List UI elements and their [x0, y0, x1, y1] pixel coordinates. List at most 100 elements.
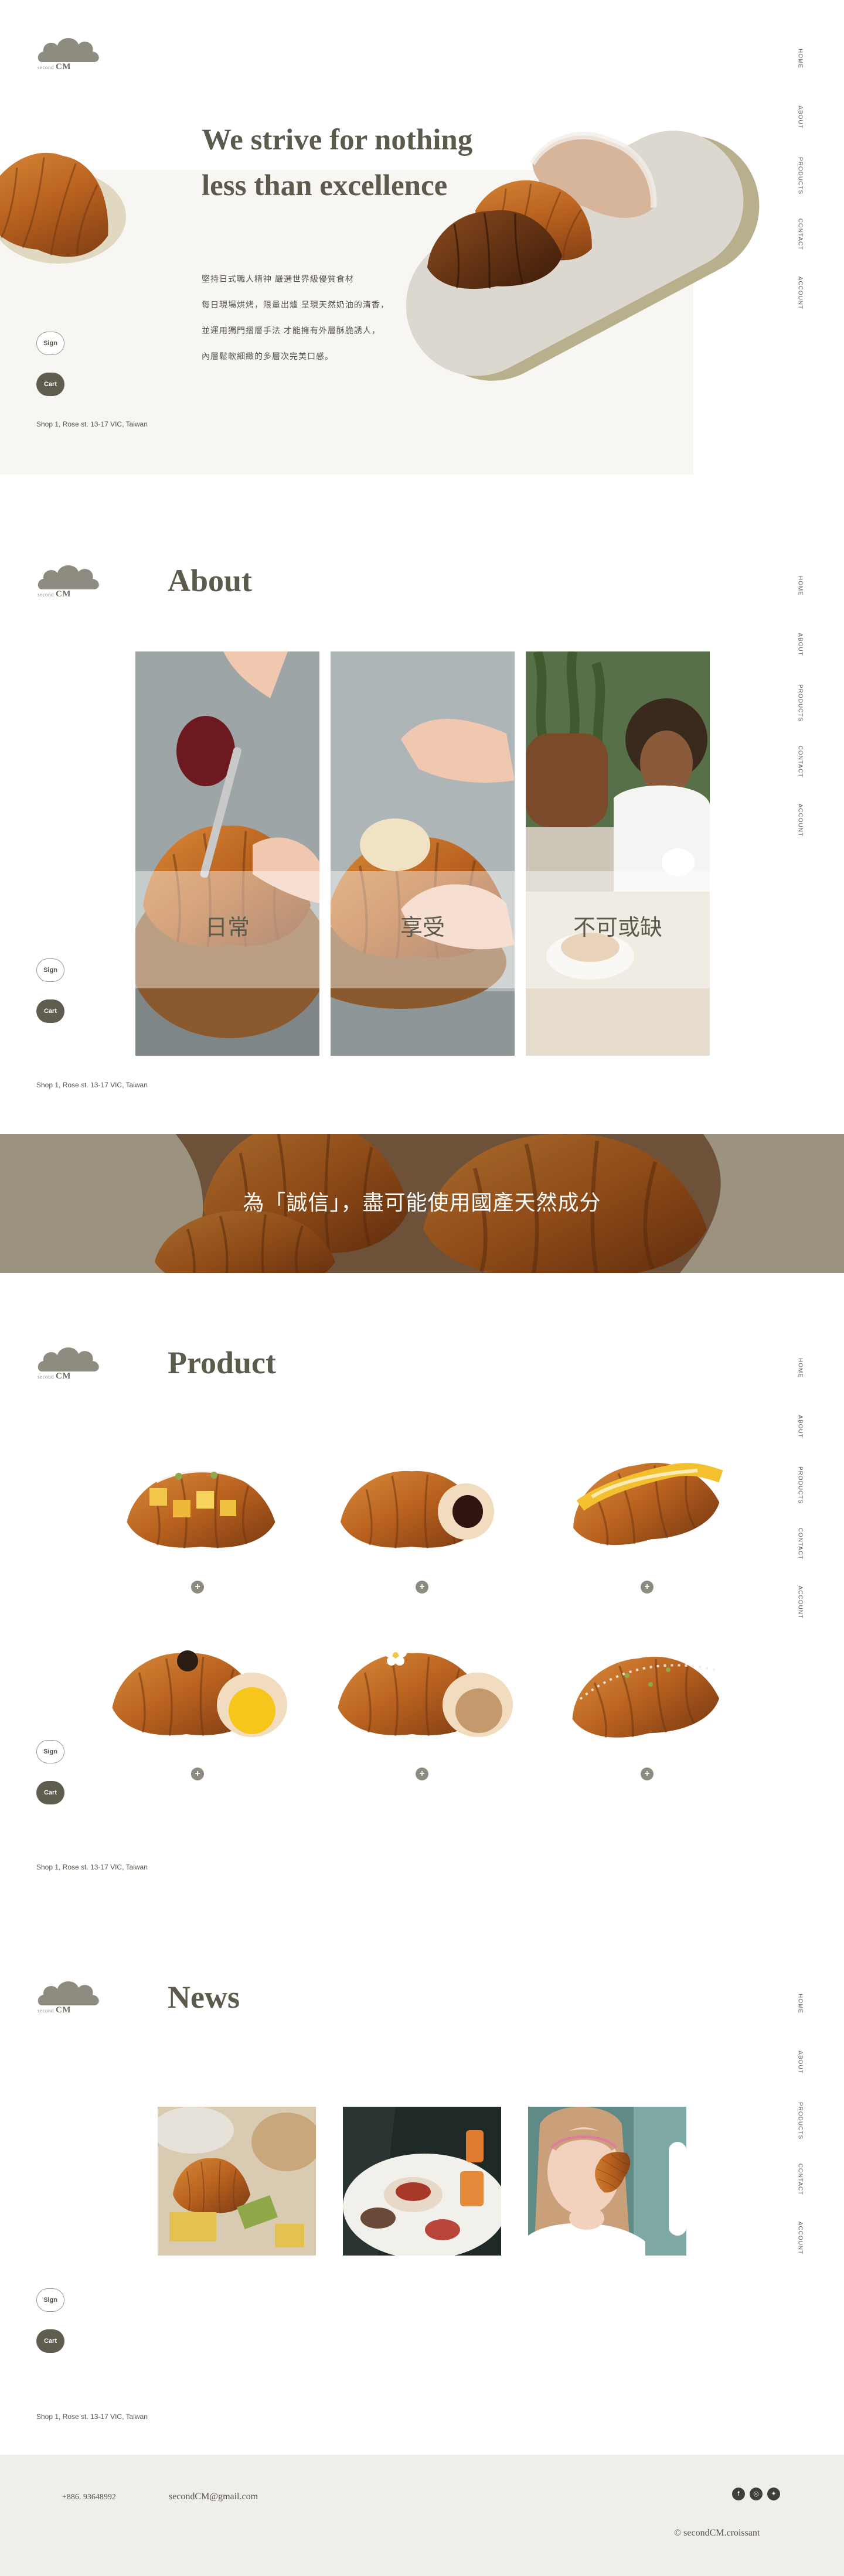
nav-home[interactable]: HOME [791, 1980, 809, 2027]
nav-products-label[interactable]: PRODUCTS [797, 2102, 804, 2140]
add-to-cart-button[interactable]: + [191, 1581, 204, 1594]
sign-button[interactable]: Sign [36, 1740, 64, 1763]
nav-account-label[interactable]: ACCOUNT [797, 804, 804, 837]
nav-products-label[interactable]: PRODUCTS [797, 157, 804, 195]
nav-products[interactable]: PRODUCTS [791, 2097, 809, 2144]
cloud-logo-icon [38, 37, 99, 62]
nav-about-label[interactable]: ABOUT [797, 2050, 804, 2073]
brand-logo[interactable]: second CM [36, 34, 107, 71]
about-title: About [168, 563, 253, 598]
news-card-3[interactable] [528, 2107, 686, 2256]
cart-button[interactable]: Cart [36, 373, 64, 396]
nav-contact[interactable]: CONTACT [791, 1520, 809, 1567]
about-card-label-enjoy: 享受 [400, 915, 445, 940]
footer-phone[interactable]: +886. 93648992 [62, 2493, 116, 2502]
nav-about[interactable]: ABOUT [791, 2039, 809, 2086]
twitter-icon[interactable]: ✦ [767, 2488, 780, 2500]
product-image-custard-croissant[interactable] [106, 1629, 299, 1758]
logo-big-text: CM [56, 589, 71, 599]
news-photo-table-setting [343, 2107, 501, 2256]
nav-account-label[interactable]: ACCOUNT [797, 277, 804, 309]
brand-logo-products[interactable]: second CM [36, 1343, 107, 1381]
product-image-chocolate-croissant[interactable] [334, 1447, 510, 1564]
cart-button[interactable]: Cart [36, 999, 64, 1023]
nav-about-label[interactable]: ABOUT [797, 1415, 804, 1438]
product-image-fruit-croissant[interactable] [114, 1447, 290, 1564]
nav-products-label[interactable]: PRODUCTS [797, 1466, 804, 1504]
about-card-enjoy[interactable]: 享受 [331, 651, 515, 1056]
add-to-cart-button[interactable]: + [416, 1581, 428, 1594]
sign-button[interactable]: Sign [36, 2288, 64, 2312]
sign-button[interactable]: Sign [36, 332, 64, 355]
nav-home-label[interactable]: HOME [797, 576, 804, 596]
logo-big-text: CM [56, 1371, 71, 1381]
logo-small-text: second [38, 592, 54, 598]
product-image-caramel-croissant[interactable] [331, 1629, 525, 1758]
cart-button[interactable]: Cart [36, 2329, 64, 2353]
nav-products[interactable]: PRODUCTS [791, 1462, 809, 1509]
add-to-cart-button[interactable]: + [191, 1768, 204, 1780]
instagram-icon[interactable]: ◎ [750, 2488, 763, 2500]
news-title: News [168, 1980, 240, 2015]
nav-home-label[interactable]: HOME [797, 49, 804, 69]
shop-address: Shop 1, Rose st. 13-17 VIC, Taiwan [36, 420, 148, 428]
nav-home[interactable]: HOME [791, 35, 809, 82]
nav-products-label[interactable]: PRODUCTS [797, 684, 804, 722]
nav-about-label[interactable]: ABOUT [797, 633, 804, 656]
hero-text-line-1: 堅持日式職人精神 嚴選世界級優質食材 [202, 274, 354, 284]
logo-small-text: second [38, 1374, 54, 1380]
shop-address: Shop 1, Rose st. 13-17 VIC, Taiwan [36, 1863, 148, 1871]
product-image-pistachio-croissant[interactable] [557, 1629, 744, 1758]
hero-text-line-4: 內層鬆軟細緻的多層次完美口感。 [202, 352, 333, 361]
hero-croissant-left-image [0, 135, 135, 275]
nav-home[interactable]: HOME [791, 1345, 809, 1391]
nav-home-label[interactable]: HOME [797, 1994, 804, 2014]
logo-big-text: CM [56, 62, 71, 71]
add-to-cart-button[interactable]: + [641, 1581, 654, 1594]
brand-logo-about[interactable]: second CM [36, 561, 107, 599]
about-card-essential[interactable]: 不可或缺 [526, 651, 710, 1056]
nav-contact-label[interactable]: CONTACT [797, 219, 804, 251]
nav-contact[interactable]: CONTACT [791, 738, 809, 785]
nav-about[interactable]: ABOUT [791, 621, 809, 668]
nav-about[interactable]: ABOUT [791, 94, 809, 141]
hero-text-line-3: 並運用獨門摺層手法 才能擁有外層酥脆誘人， [202, 326, 380, 335]
add-to-cart-button[interactable]: + [416, 1768, 428, 1780]
cloud-logo-icon [38, 1347, 99, 1371]
news-card-2[interactable] [343, 2107, 501, 2256]
man-eating-croissant-photo [526, 651, 710, 1056]
nav-contact-label[interactable]: CONTACT [797, 1528, 804, 1560]
nav-about-label[interactable]: ABOUT [797, 105, 804, 128]
news-card-1[interactable] [158, 2107, 316, 2256]
nav-products[interactable]: PRODUCTS [791, 152, 809, 199]
nav-about[interactable]: ABOUT [791, 1403, 809, 1450]
nav-account[interactable]: ACCOUNT [791, 269, 809, 316]
nav-account[interactable]: ACCOUNT [791, 797, 809, 844]
facebook-icon[interactable]: f [732, 2488, 745, 2500]
jam-croissant-photo [135, 651, 319, 1056]
cloud-logo-icon [38, 565, 99, 589]
nav-account[interactable]: ACCOUNT [791, 1579, 809, 1626]
sign-button[interactable]: Sign [36, 958, 64, 982]
product-image-mango-croissant[interactable] [557, 1441, 744, 1558]
nav-account[interactable]: ACCOUNT [791, 2215, 809, 2261]
cloud-logo-icon [38, 1981, 99, 2005]
nav-contact-label[interactable]: CONTACT [797, 2164, 804, 2196]
about-card-daily[interactable]: 日常 [135, 651, 319, 1056]
nav-home[interactable]: HOME [791, 562, 809, 609]
about-card-label-essential: 不可或缺 [573, 915, 662, 940]
nav-home-label[interactable]: HOME [797, 1358, 804, 1378]
nav-contact[interactable]: CONTACT [791, 2156, 809, 2203]
nav-account-label[interactable]: ACCOUNT [797, 2222, 804, 2254]
nav-products[interactable]: PRODUCTS [791, 680, 809, 726]
nav-contact[interactable]: CONTACT [791, 211, 809, 258]
product-title: Product [168, 1345, 276, 1380]
brand-logo-news[interactable]: second CM [36, 1977, 107, 2015]
nav-account-label[interactable]: ACCOUNT [797, 1586, 804, 1619]
cart-button[interactable]: Cart [36, 1781, 64, 1804]
add-to-cart-button[interactable]: + [641, 1768, 654, 1780]
hero-text-line-2: 每日現場烘烤，限量出爐 呈現天然奶油的清香， [202, 300, 389, 309]
nav-contact-label[interactable]: CONTACT [797, 746, 804, 778]
news-photo-croissant-platter [158, 2107, 316, 2256]
footer-email[interactable]: secondCM@gmail.com [169, 2492, 258, 2502]
